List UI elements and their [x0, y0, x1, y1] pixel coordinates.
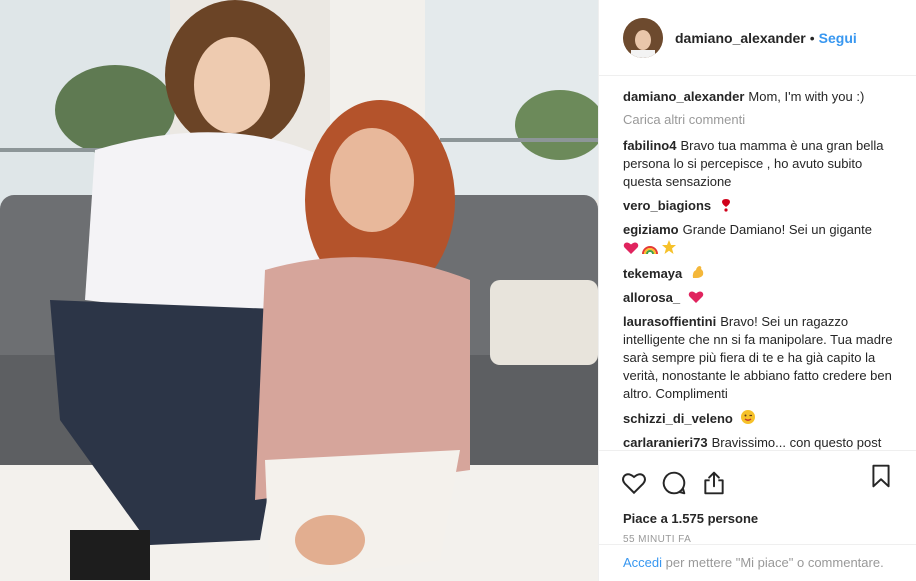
comment-username[interactable]: vero_biagions	[623, 198, 711, 213]
author-username[interactable]: damiano_alexander	[675, 30, 806, 46]
login-prompt: Accedi per mettere "Mi piace" o commenta…	[599, 544, 916, 571]
post-image	[0, 0, 598, 581]
muscle-icon	[692, 266, 704, 278]
comment-username[interactable]: fabilino4	[623, 138, 676, 153]
post-photo[interactable]	[0, 0, 598, 581]
likes-count[interactable]: Piace a 1.575 persone	[599, 503, 916, 526]
action-bar	[599, 450, 916, 503]
comments-list: damiano_alexander Mom, I'm with you :) Ca…	[599, 76, 916, 450]
comment-item: schizzi_di_veleno	[623, 409, 900, 428]
comment-item: egiziamo Grande Damiano! Sei un gigante	[623, 221, 900, 258]
caption: damiano_alexander Mom, I'm with you :)	[623, 88, 900, 106]
login-link[interactable]: Accedi	[623, 555, 662, 570]
post-header: damiano_alexander • Segui	[599, 0, 916, 76]
comment-text: Grande Damiano! Sei un gigante	[682, 222, 872, 237]
post-side-panel: damiano_alexander • Segui damiano_alexan…	[598, 0, 916, 581]
comment-username[interactable]: schizzi_di_veleno	[623, 411, 733, 426]
comment-item: tekemaya	[623, 264, 900, 283]
comment-item: allorosa_	[623, 289, 900, 307]
comment-username[interactable]: carlaranieri73	[623, 435, 708, 450]
avatar[interactable]	[623, 17, 663, 58]
login-prompt-text: per mettere "Mi piace" o commentare.	[665, 555, 884, 570]
caption-username[interactable]: damiano_alexander	[623, 89, 744, 104]
share-icon[interactable]	[701, 470, 727, 496]
comment-username[interactable]: egiziamo	[623, 222, 679, 237]
comment-username[interactable]: allorosa_	[623, 290, 680, 305]
load-more-comments-button[interactable]: Carica altri commenti	[623, 112, 900, 127]
caption-text: Mom, I'm with you :)	[748, 89, 865, 104]
post-timestamp: 55 MINUTI FA	[623, 534, 692, 545]
comment-item: carlaranieri73 Bravissimo... con questo p…	[623, 434, 900, 450]
follow-button[interactable]: Segui	[819, 30, 857, 46]
comment-item: vero_biagions	[623, 197, 900, 215]
comment-item: laurasoffientini Bravo! Sei un ragazzo in…	[623, 313, 900, 403]
wink-face-icon	[741, 410, 756, 424]
heart-outline-icon[interactable]	[621, 470, 647, 496]
rainbow-icon	[642, 246, 658, 255]
comment-username[interactable]: tekemaya	[623, 266, 682, 281]
heart-exclamation-icon	[721, 199, 730, 212]
heart-icon	[623, 242, 639, 254]
star-icon	[662, 240, 676, 254]
bookmark-icon[interactable]	[868, 463, 894, 489]
separator-dot: •	[809, 29, 815, 46]
comment-bubble-icon[interactable]	[661, 470, 687, 496]
comment-username[interactable]: laurasoffientini	[623, 314, 716, 329]
comment-text: Bravissimo... con questo post	[711, 435, 882, 450]
comment-item: fabilino4 Bravo tua mamma è una gran bell…	[623, 137, 900, 191]
heart-icon	[688, 291, 703, 303]
